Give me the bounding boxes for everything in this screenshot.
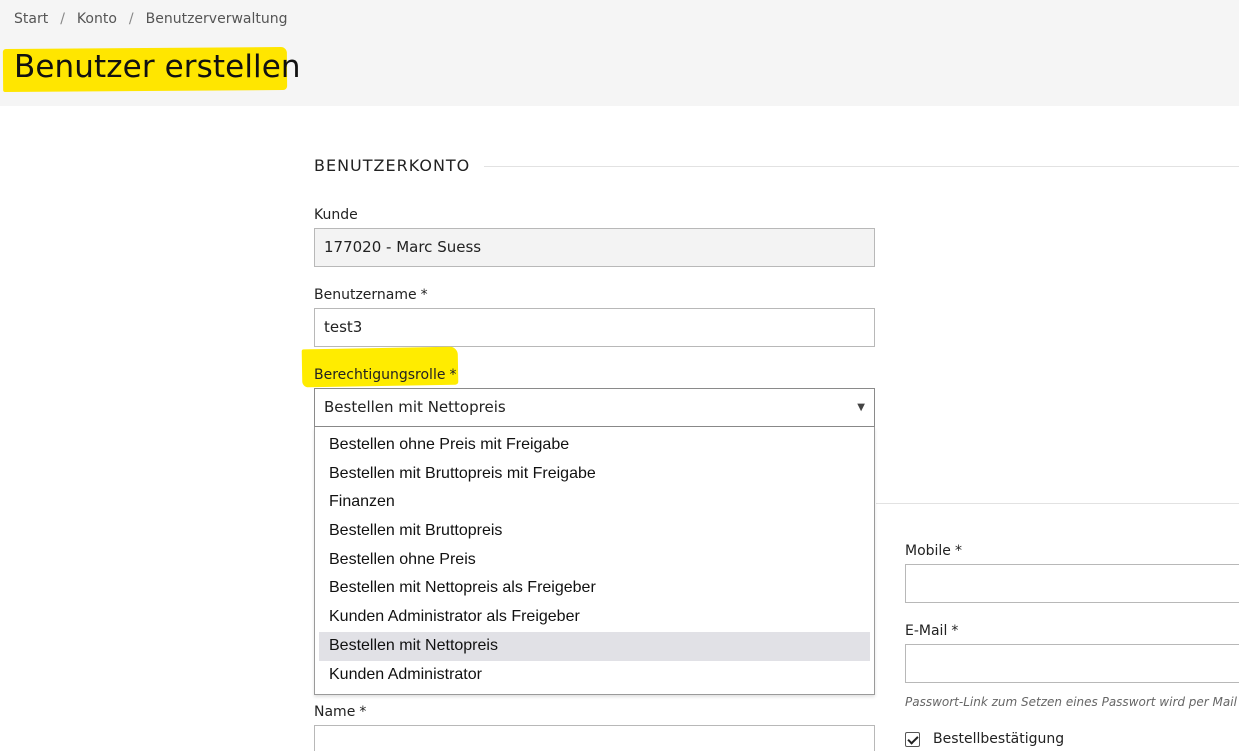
page-title: Benutzer erstellen	[14, 49, 301, 85]
role-option[interactable]: Kunden Administrator als Freigeber	[319, 603, 870, 632]
breadcrumb-separator: /	[128, 11, 134, 27]
berechtigungsrolle-selected-value: Bestellen mit Nettopreis	[324, 398, 506, 416]
benutzername-input[interactable]: test3	[314, 308, 875, 347]
mobile-input[interactable]	[905, 564, 1239, 603]
email-label: E-Mail *	[905, 623, 959, 639]
dropdown-arrow-icon: ▼	[857, 402, 865, 413]
kunde-label: Kunde	[314, 207, 358, 223]
section-title-benutzerkonto: BENUTZERKONTO	[314, 156, 471, 175]
required-marker: *	[359, 704, 367, 720]
bestellbestaetigung-checkbox[interactable]	[905, 731, 920, 747]
breadcrumb-benutzerverwaltung[interactable]: Benutzerverwaltung	[146, 11, 288, 27]
breadcrumb-separator: /	[60, 11, 65, 27]
role-option[interactable]: Bestellen mit Bruttopreis mit Freigabe	[319, 460, 870, 489]
mobile-label: Mobile *	[905, 543, 962, 559]
role-option[interactable]: Finanzen	[319, 488, 870, 517]
bestellbestaetigung-label: Bestellbestätigung	[933, 731, 1065, 747]
role-option[interactable]: Kunden Administrator	[319, 661, 870, 690]
berechtigungsrolle-dropdown-list: Bestellen ohne Preis mit Freigabe Bestell…	[314, 427, 875, 695]
role-option[interactable]: Bestellen mit Nettopreis	[319, 631, 870, 661]
required-marker: *	[449, 367, 457, 383]
required-marker: *	[951, 623, 959, 639]
role-option[interactable]: Bestellen mit Bruttopreis	[319, 517, 870, 546]
section-divider	[484, 166, 1239, 167]
bestellbestaetigung-row[interactable]: Bestellbestätigung	[905, 731, 1064, 747]
role-option[interactable]: Bestellen ohne Preis	[319, 546, 870, 575]
page-header: Start / Konto / Benutzerverwaltung Benut…	[0, 0, 1239, 106]
breadcrumb-start[interactable]: Start	[14, 11, 48, 27]
kunde-field: 177020 - Marc Suess	[314, 228, 875, 267]
berechtigungsrolle-label: Berechtigungsrolle *	[314, 367, 457, 383]
breadcrumb-konto[interactable]: Konto	[77, 11, 117, 27]
breadcrumb: Start / Konto / Benutzerverwaltung	[14, 11, 288, 27]
email-input[interactable]	[905, 644, 1239, 683]
password-link-hint: Passwort-Link zum Setzen eines Passwort …	[905, 695, 1237, 709]
berechtigungsrolle-select[interactable]: Bestellen mit Nettopreis ▼	[314, 388, 875, 427]
role-option[interactable]: Bestellen mit Nettopreis als Freigeber	[319, 574, 870, 603]
name-input[interactable]	[314, 725, 875, 751]
role-option[interactable]: Bestellen ohne Preis mit Freigabe	[319, 431, 870, 460]
section-divider	[876, 503, 1239, 504]
required-marker: *	[420, 287, 428, 303]
benutzername-label: Benutzername *	[314, 287, 428, 303]
required-marker: *	[954, 543, 962, 559]
name-label: Name *	[314, 704, 367, 720]
